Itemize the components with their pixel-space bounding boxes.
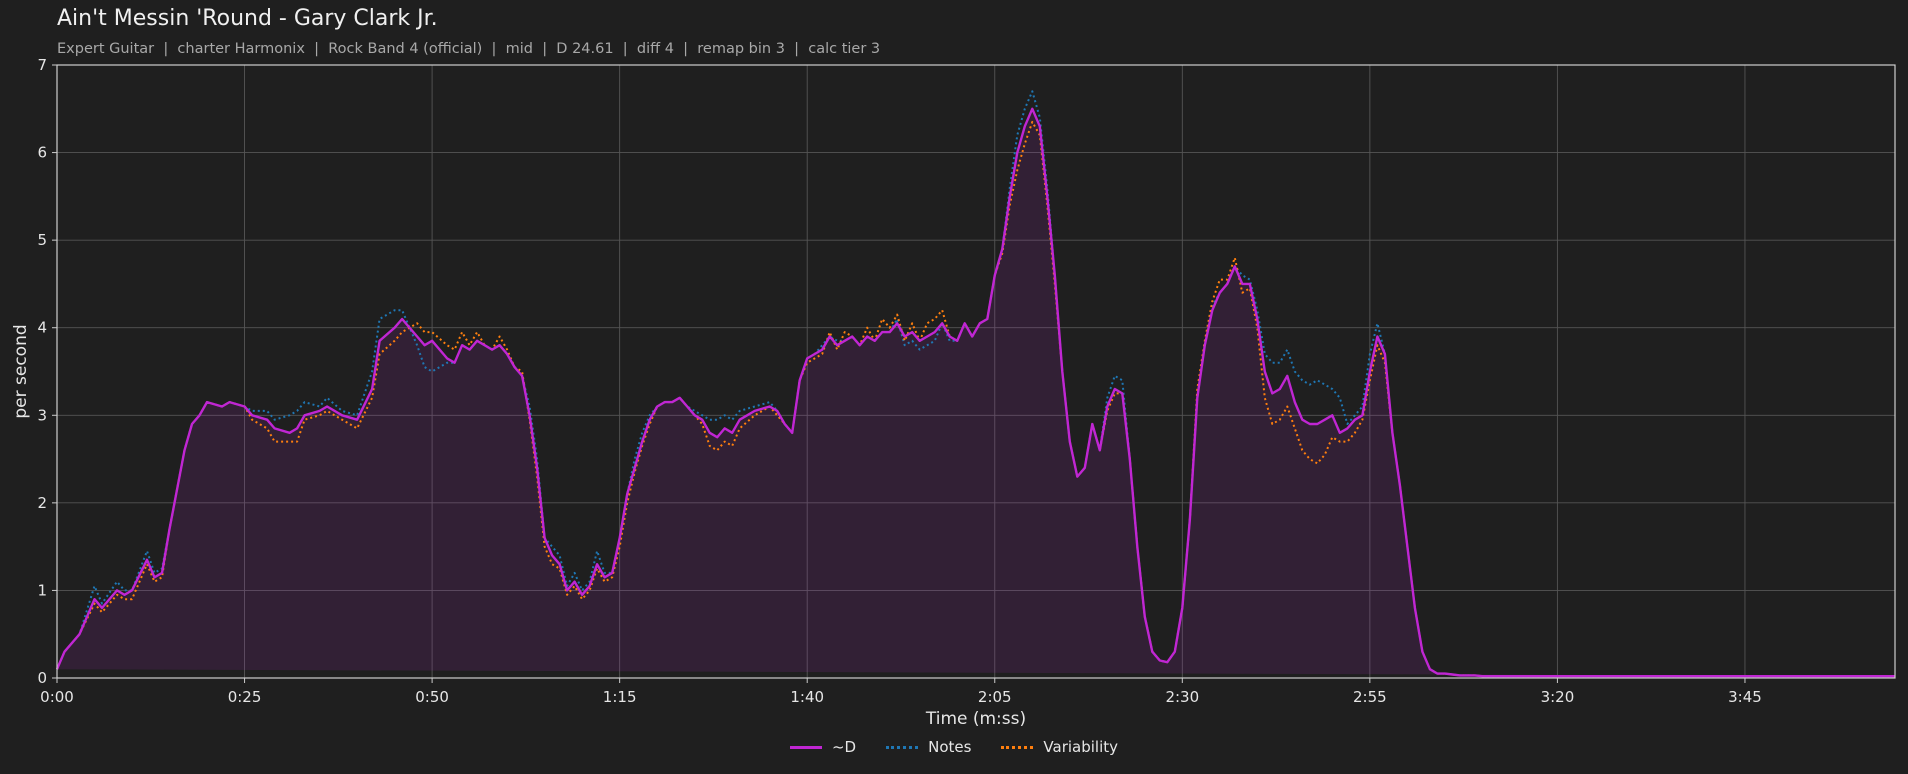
y-tick-label: 3 [37, 406, 47, 424]
y-tick-label: 7 [37, 56, 47, 74]
d-area-fill [57, 108, 1895, 677]
x-tick-label: 0:00 [40, 688, 74, 706]
x-tick-label: 1:15 [603, 688, 637, 706]
legend: ~D Notes Variability [0, 736, 1908, 758]
y-tick-label: 2 [37, 494, 47, 512]
legend-swatch-variability [1001, 745, 1034, 749]
legend-swatch-notes [886, 745, 919, 749]
legend-label-d: ~D [831, 738, 857, 756]
y-tick-label: 5 [37, 231, 47, 249]
legend-swatch-d [789, 745, 822, 749]
legend-item-notes: Notes [886, 736, 971, 758]
y-tick-label: 1 [37, 581, 47, 599]
x-tick-label: 2:55 [1353, 688, 1387, 706]
x-tick-label: 0:25 [228, 688, 262, 706]
line-chart: 0:00 0:25 0:50 1:15 1:40 2:05 2:30 2:55 3:20 3:45… [11, 56, 1896, 729]
x-tick-label: 1:40 [790, 688, 824, 706]
x-tick-label: 3:45 [1728, 688, 1762, 706]
legend-item-d: ~D [789, 736, 857, 758]
x-axis-label: Time (m:ss) [925, 709, 1026, 729]
x-tick-label: 2:30 [1165, 688, 1199, 706]
legend-label-notes: Notes [928, 738, 972, 756]
legend-label-variability: Variability [1043, 738, 1119, 756]
x-tick-label: 0:50 [415, 688, 449, 706]
legend-item-variability: Variability [1001, 736, 1118, 758]
y-tick-label: 0 [37, 669, 47, 687]
x-tick-label: 2:05 [978, 688, 1012, 706]
d-area [57, 108, 1895, 677]
y-tick-label: 4 [37, 319, 47, 337]
y-axis-label: per second [11, 324, 31, 418]
y-tick-label: 6 [37, 144, 47, 162]
x-tick-label: 3:20 [1541, 688, 1575, 706]
